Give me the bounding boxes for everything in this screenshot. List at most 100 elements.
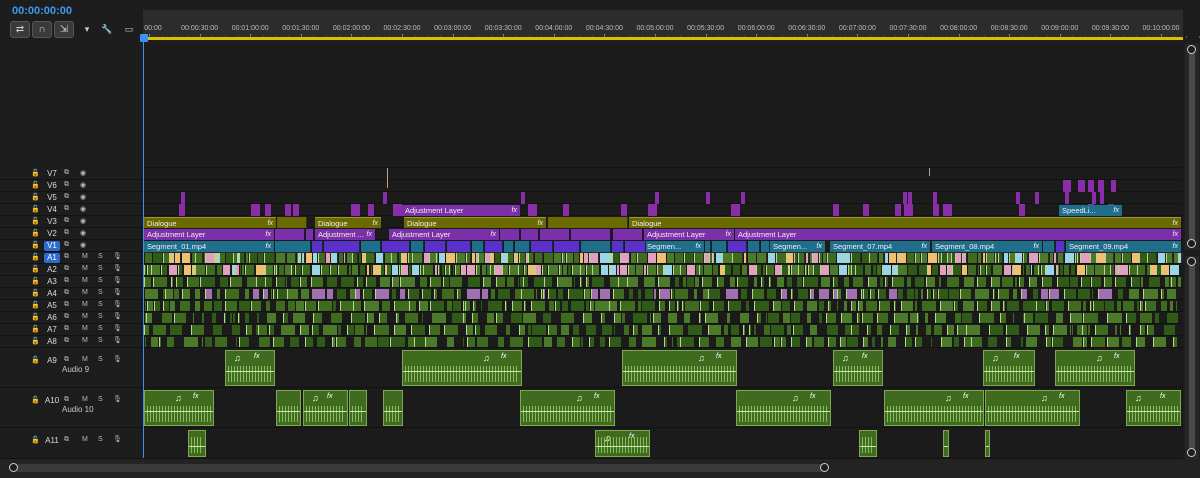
audio-clip[interactable]	[1114, 325, 1117, 335]
audio-clip[interactable]	[557, 277, 572, 287]
audio-clip[interactable]	[827, 253, 836, 263]
audio-clip[interactable]	[381, 301, 390, 311]
audio-clip[interactable]	[1006, 301, 1019, 311]
audio-clip[interactable]	[628, 265, 635, 275]
audio-clip[interactable]	[487, 301, 502, 311]
audio-clip[interactable]	[1013, 265, 1021, 275]
audio-clip[interactable]	[1055, 313, 1063, 323]
audio-clip[interactable]	[1064, 253, 1074, 263]
v6-clip[interactable]	[1111, 180, 1116, 192]
fx-badge[interactable]: fx	[193, 393, 198, 400]
audio-clip[interactable]	[954, 301, 958, 311]
audio-clip[interactable]	[664, 337, 667, 347]
audio-clip[interactable]	[390, 337, 405, 347]
volume-rubberband[interactable]	[737, 411, 830, 413]
audio-clip[interactable]	[337, 325, 341, 335]
audio-clip[interactable]	[300, 325, 309, 335]
audio-clip[interactable]	[1028, 253, 1038, 263]
audio-clip[interactable]	[283, 313, 288, 323]
v5-clip[interactable]	[521, 192, 525, 204]
audio-clip[interactable]	[1093, 301, 1104, 311]
audio-clip[interactable]	[567, 265, 571, 275]
audio-clip[interactable]	[1131, 277, 1140, 287]
v6-clip[interactable]	[1088, 180, 1094, 192]
v1-clip-short[interactable]	[625, 241, 646, 252]
audio-clip[interactable]	[887, 337, 896, 347]
audio-clip[interactable]	[548, 325, 557, 335]
audio-clip[interactable]	[391, 265, 398, 275]
toggle-output-eye-icon[interactable]: ◉	[80, 217, 86, 225]
zoom-right-handle[interactable]	[820, 463, 829, 472]
audio-clip[interactable]	[998, 253, 1002, 263]
audio-clip[interactable]	[644, 289, 653, 299]
v5-clip[interactable]	[1016, 192, 1020, 204]
audio-clip[interactable]	[286, 253, 295, 263]
audio-clip[interactable]	[927, 253, 937, 263]
audio-clip[interactable]	[359, 265, 365, 275]
audio-clip[interactable]	[225, 289, 239, 299]
audio-clip[interactable]	[414, 337, 425, 347]
audio-clip[interactable]	[580, 277, 582, 287]
video-scroll-top-handle[interactable]	[1187, 45, 1196, 54]
insert-overwrite-icon[interactable]: ⇄	[10, 21, 30, 38]
sync-lock-icon[interactable]: ⧉	[64, 265, 69, 273]
mute-button[interactable]: M	[82, 325, 88, 332]
audio-clip[interactable]	[195, 265, 205, 275]
audio-clip[interactable]	[246, 277, 256, 287]
fx-badge[interactable]: fx	[501, 353, 506, 360]
audio-clip[interactable]	[374, 325, 389, 335]
audio-clip[interactable]	[748, 265, 756, 275]
audio-clip[interactable]	[147, 301, 153, 311]
audio-clip[interactable]	[1137, 265, 1145, 275]
sync-lock-icon[interactable]: ⧉	[64, 436, 69, 444]
audio-clip[interactable]	[1153, 337, 1166, 347]
audio-clip[interactable]	[1107, 337, 1119, 347]
volume-rubberband[interactable]	[986, 446, 989, 447]
audio-clip[interactable]	[920, 289, 923, 299]
fx-badge[interactable]: fx	[1059, 393, 1064, 400]
audio-clip[interactable]	[743, 325, 745, 335]
audio-clip[interactable]	[878, 253, 883, 263]
audio-clip[interactable]	[466, 325, 473, 335]
v4-clip[interactable]	[265, 204, 271, 216]
audio-clip[interactable]	[1021, 289, 1027, 299]
v4-clip[interactable]	[251, 204, 260, 216]
audio-clip[interactable]	[746, 337, 758, 347]
audio-clip[interactable]	[169, 253, 174, 263]
audio-clip[interactable]	[641, 337, 656, 347]
audio-clip[interactable]	[674, 289, 688, 299]
audio-clip[interactable]	[1003, 265, 1011, 275]
audio-clip[interactable]	[258, 337, 270, 347]
v2-clip[interactable]: Adjustment Layer fx	[389, 229, 499, 240]
audio-scroll-bottom-handle[interactable]	[1187, 448, 1196, 457]
audio-clip[interactable]	[238, 301, 250, 311]
audio-clip[interactable]	[542, 265, 547, 275]
audio-clip[interactable]	[933, 325, 942, 335]
audio-clip[interactable]	[585, 325, 596, 335]
audio-clip[interactable]	[699, 337, 709, 347]
audio-clip-large[interactable]: ♫ fx	[884, 390, 984, 426]
audio-clip[interactable]	[982, 253, 985, 263]
audio-clip[interactable]	[868, 277, 877, 287]
audio-clip[interactable]	[467, 277, 480, 287]
audio-clip[interactable]	[671, 337, 673, 347]
audio-clip[interactable]	[472, 313, 478, 323]
audio-clip[interactable]	[462, 337, 464, 347]
audio-clip[interactable]	[1077, 289, 1090, 299]
audio-clip[interactable]	[673, 265, 680, 275]
audio-clip[interactable]	[285, 277, 287, 287]
audio-clip[interactable]	[1046, 337, 1051, 347]
audio-clip[interactable]	[298, 253, 301, 263]
audio-clip[interactable]	[613, 289, 624, 299]
audio-clip[interactable]	[144, 337, 146, 347]
audio-clip[interactable]	[583, 313, 592, 323]
voice-over-record-icon[interactable]: 🎙	[113, 395, 122, 403]
audio-clip[interactable]	[1045, 325, 1049, 335]
audio-clip[interactable]	[728, 301, 741, 311]
audio-clip[interactable]	[466, 265, 475, 275]
audio-clip[interactable]	[568, 289, 583, 299]
audio-clip[interactable]	[837, 289, 841, 299]
lock-track-icon[interactable]: 🔓	[31, 396, 40, 404]
audio-clip[interactable]	[1178, 253, 1181, 263]
solo-button[interactable]: S	[98, 436, 103, 443]
